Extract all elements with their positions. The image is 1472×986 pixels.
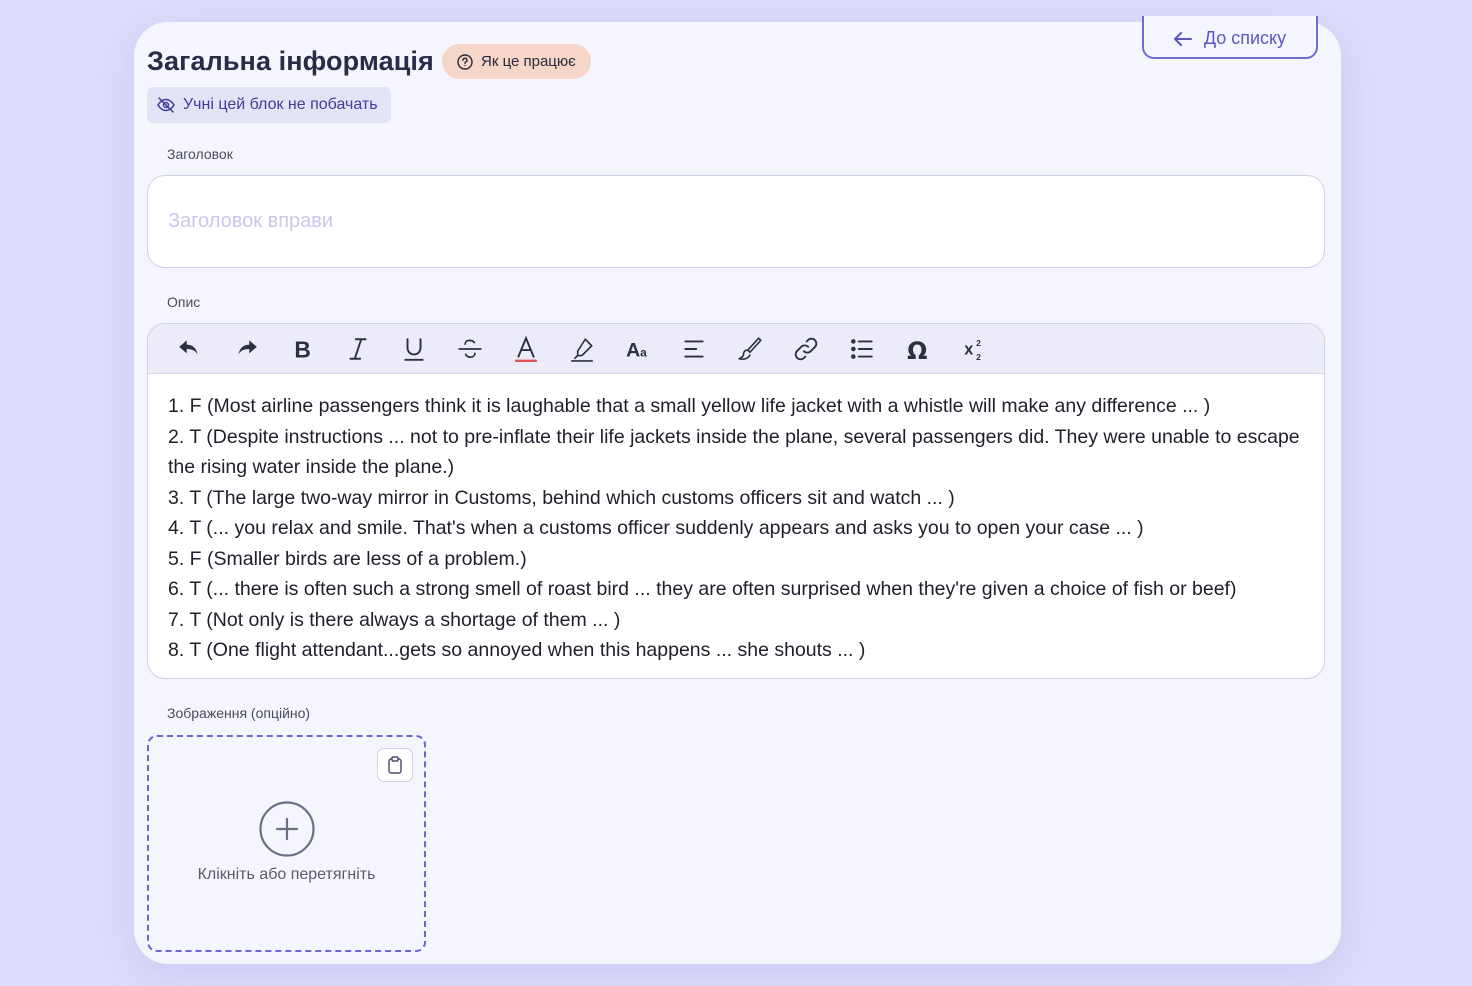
editor-content[interactable]: 1. F (Most airline passengers think it i… (148, 374, 1324, 678)
clipboard-icon (388, 756, 402, 774)
hidden-note-label: Учні цей блок не побачать (183, 96, 378, 113)
bullet-list-button[interactable] (834, 324, 890, 374)
general-info-card: До списку Загальна інформація Як це прац… (134, 16, 1341, 964)
sub-superscript-icon: x 2 2 (964, 337, 981, 361)
align-button[interactable] (666, 324, 722, 374)
eye-off-icon (157, 97, 175, 113)
bold-button[interactable]: B (274, 324, 330, 374)
svg-text:B: B (294, 336, 310, 361)
content-line: 1. F (Most airline passengers think it i… (168, 395, 1211, 417)
font-size-icon: Aa (626, 339, 647, 361)
italic-button[interactable] (330, 324, 386, 374)
italic-icon (349, 337, 367, 360)
font-color-button[interactable] (498, 324, 554, 374)
svg-text:2: 2 (976, 337, 981, 347)
redo-button[interactable] (218, 324, 274, 374)
how-it-works-label: Як це працює (481, 53, 576, 70)
font-size-button[interactable]: Aa (610, 324, 666, 374)
strikethrough-button[interactable] (442, 324, 498, 374)
format-painter-icon (738, 336, 762, 360)
align-icon (684, 339, 704, 358)
description-field-label: Опис (167, 294, 201, 310)
undo-icon (179, 339, 198, 354)
redo-icon (238, 339, 257, 354)
format-painter-button[interactable] (722, 324, 778, 374)
plus-circle-icon (259, 801, 315, 857)
section-title: Загальна інформація (147, 46, 434, 76)
underline-icon (404, 337, 424, 361)
image-field-label: Зображення (опційно) (167, 705, 311, 721)
exercise-title-input[interactable] (147, 175, 1325, 268)
font-color-icon (514, 335, 538, 362)
highlight-icon (571, 337, 593, 362)
image-dropzone[interactable]: Клікніть або перетягніть (147, 735, 426, 952)
content-line: 2. T (Despite instructions ... not to pr… (168, 425, 1300, 479)
back-to-list-button[interactable]: До списку (1142, 16, 1318, 59)
description-editor[interactable]: B Aa Ω x 2 2 1. F (Most airline passenge… (147, 323, 1325, 679)
editor-toolbar: B Aa Ω x 2 2 (148, 324, 1324, 374)
svg-text:A: A (626, 339, 640, 361)
hidden-from-students-note: Учні цей блок не побачать (147, 87, 391, 123)
content-line: 4. T (... you relax and smile. That's wh… (168, 517, 1144, 539)
help-circle-icon (457, 53, 473, 70)
dropzone-hint: Клікніть або перетягніть (197, 866, 376, 883)
special-char-button[interactable]: Ω (890, 324, 946, 374)
svg-text:x: x (964, 340, 973, 358)
paste-button[interactable] (377, 748, 413, 782)
omega-icon: Ω (907, 336, 927, 361)
svg-text:2: 2 (976, 351, 981, 361)
content-line: 6. T (... there is often such a strong s… (168, 578, 1237, 600)
sub-superscript-button[interactable]: x2 2 (946, 324, 1002, 374)
link-icon (794, 337, 818, 360)
content-line: 3. T (The large two-way mirror in Custom… (168, 486, 955, 509)
title-field-label: Заголовок (167, 146, 233, 162)
back-to-list-label: До списку (1203, 28, 1287, 48)
link-button[interactable] (778, 324, 834, 374)
strikethrough-icon (458, 338, 482, 358)
content-line: 7. T (Not only is there always a shortag… (168, 608, 621, 631)
arrow-left-icon (1173, 31, 1192, 46)
bold-icon: B (294, 336, 310, 361)
undo-button[interactable] (162, 324, 218, 374)
underline-button[interactable] (386, 324, 442, 374)
content-line: 8. T (One flight attendant...gets so ann… (168, 639, 866, 661)
bullet-list-icon (851, 338, 873, 359)
highlight-button[interactable] (554, 324, 610, 374)
svg-text:Ω: Ω (907, 336, 927, 361)
svg-text:a: a (640, 345, 647, 359)
content-line: 5. F (Smaller birds are less of a proble… (168, 547, 527, 570)
how-it-works-button[interactable]: Як це працює (442, 44, 591, 79)
